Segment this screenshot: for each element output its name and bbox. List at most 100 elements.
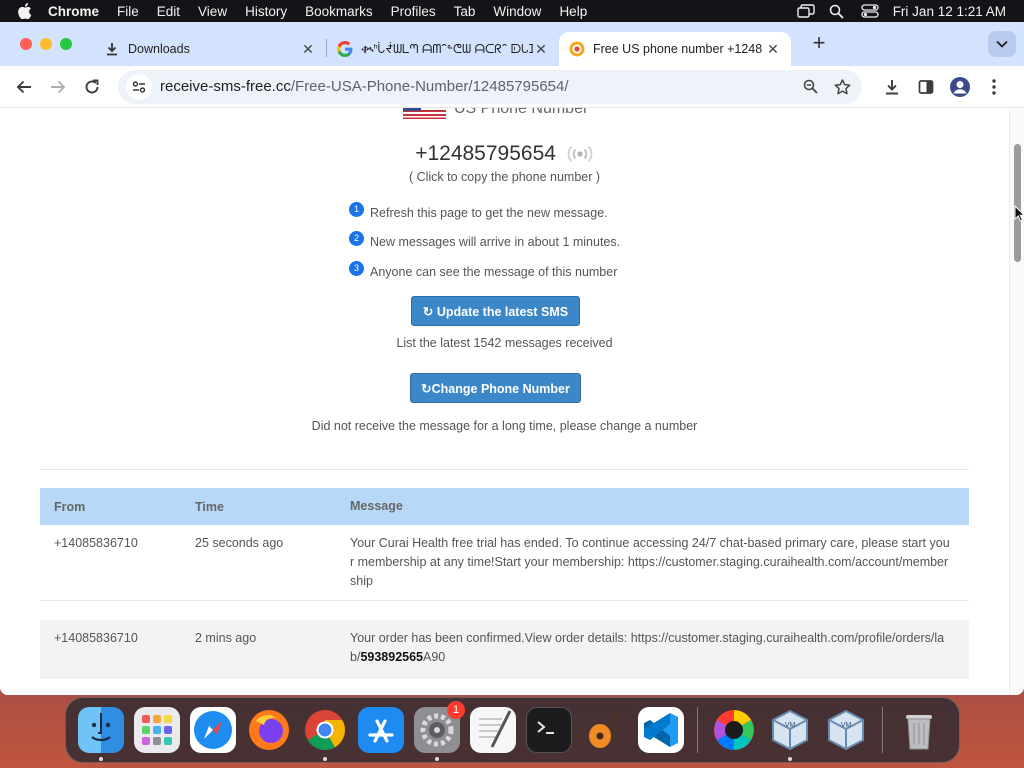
change-number-hint: Did not receive the message for a long t… bbox=[311, 419, 698, 433]
side-panel-icon bbox=[918, 79, 934, 94]
new-tab-button[interactable]: + bbox=[805, 30, 833, 58]
header-message: Message bbox=[350, 499, 403, 513]
dock-launchpad[interactable] bbox=[134, 707, 180, 753]
url-host: receive-sms-free.cc bbox=[160, 78, 291, 95]
menu-help[interactable]: Help bbox=[559, 4, 587, 19]
dock-virtualbox-vm[interactable]: VM bbox=[823, 707, 869, 753]
close-tab-icon[interactable]: ✕ bbox=[300, 41, 316, 57]
close-tab-icon[interactable]: ✕ bbox=[765, 41, 781, 57]
tab-free-us-phone[interactable]: Free US phone number +1248 ✕ bbox=[559, 32, 791, 66]
menu-file[interactable]: File bbox=[117, 4, 139, 19]
step-text: New messages will arrive in about 1 minu… bbox=[370, 235, 621, 249]
site-settings-icon[interactable] bbox=[126, 73, 152, 100]
dock-garageband[interactable] bbox=[582, 707, 628, 753]
dock-finder[interactable] bbox=[78, 707, 124, 761]
screen-mirroring-icon[interactable] bbox=[796, 4, 815, 18]
download-icon bbox=[104, 41, 120, 57]
update-latest-sms-button[interactable]: ↻ Update the latest SMS bbox=[411, 296, 580, 326]
reload-button[interactable] bbox=[78, 72, 106, 102]
messages-count-text: List the latest 1542 messages received bbox=[396, 336, 613, 350]
safari-icon bbox=[194, 711, 232, 749]
dock-separator bbox=[697, 707, 698, 753]
apple-icon[interactable] bbox=[18, 3, 34, 19]
url-text[interactable]: receive-sms-free.cc/Free-USA-Phone-Numbe… bbox=[160, 78, 790, 95]
dock-trash[interactable] bbox=[896, 707, 942, 753]
google-icon bbox=[337, 41, 353, 57]
bookmark-star-icon[interactable] bbox=[830, 75, 854, 99]
menu-view[interactable]: View bbox=[198, 4, 227, 19]
copy-hint[interactable]: ( Click to copy the phone number ) bbox=[0, 170, 1009, 184]
virtualbox-icon: VM bbox=[828, 709, 864, 751]
arrow-left-icon bbox=[16, 80, 31, 93]
step-1: 1 Refresh this page to get the new messa… bbox=[349, 202, 608, 220]
back-button[interactable] bbox=[10, 72, 38, 102]
dock-chrome[interactable] bbox=[302, 707, 348, 761]
phone-number[interactable]: +12485795654 bbox=[415, 142, 556, 165]
browser-window: Downloads ✕ ቊᑋᒑᖫᗯᒪᘉ ᗩᗰᐢᓐᕦᗯ ᗩᑕᖇᐢ ᗟᒐᗫ ✕ Fr… bbox=[0, 22, 1024, 695]
page-scrollbar[interactable] bbox=[1009, 108, 1024, 695]
guitar-icon bbox=[589, 712, 620, 748]
dock-terminal[interactable] bbox=[526, 707, 572, 753]
step-2: 2 New messages will arrive in about 1 mi… bbox=[349, 231, 621, 249]
profile-button[interactable] bbox=[946, 72, 974, 102]
tab-downloads[interactable]: Downloads ✕ bbox=[94, 32, 326, 66]
zoom-icon[interactable] bbox=[798, 75, 822, 99]
row-time: 25 seconds ago bbox=[195, 536, 284, 550]
change-phone-number-button[interactable]: ↻Change Phone Number bbox=[410, 373, 581, 403]
phone-number-row[interactable]: +12485795654 bbox=[0, 142, 1009, 166]
chevron-down-icon bbox=[996, 40, 1008, 48]
dock-app-store[interactable] bbox=[358, 707, 404, 753]
dock-vscode[interactable] bbox=[638, 707, 684, 753]
address-bar[interactable]: receive-sms-free.cc/Free-USA-Phone-Numbe… bbox=[118, 69, 862, 104]
textedit-icon bbox=[479, 710, 512, 748]
menubar-clock[interactable]: Fri Jan 12 1:21 AM bbox=[893, 4, 1006, 19]
scrollbar-thumb[interactable] bbox=[1014, 144, 1021, 262]
tab-google[interactable]: ቊᑋᒑᖫᗯᒪᘉ ᗩᗰᐢᓐᕦᗯ ᗩᑕᖇᐢ ᗟᒐᗫ ✕ bbox=[327, 32, 559, 66]
minimize-window-button[interactable] bbox=[40, 38, 52, 50]
dock-system-settings[interactable]: 1 bbox=[414, 701, 465, 761]
menu-window[interactable]: Window bbox=[493, 4, 541, 19]
tab-search-button[interactable] bbox=[988, 31, 1016, 57]
close-window-button[interactable] bbox=[20, 38, 32, 50]
table-row: +14085836710 2 mins ago Your order has b… bbox=[40, 620, 969, 678]
close-tab-icon[interactable]: ✕ bbox=[533, 41, 549, 57]
row-message: Your Curai Health free trial has ended. … bbox=[350, 536, 950, 588]
url-path: /Free-USA-Phone-Number/12485795654/ bbox=[290, 78, 569, 95]
spotlight-search-icon[interactable] bbox=[829, 4, 845, 19]
chrome-menu-button[interactable] bbox=[980, 72, 1008, 102]
row-time: 2 mins ago bbox=[195, 631, 257, 645]
row-from: +14085836710 bbox=[54, 631, 138, 645]
menu-tab[interactable]: Tab bbox=[454, 4, 476, 19]
menu-app-name[interactable]: Chrome bbox=[48, 4, 99, 19]
dock-virtualbox[interactable]: VM bbox=[767, 707, 813, 761]
downloads-button[interactable] bbox=[878, 72, 906, 102]
firefox-icon bbox=[249, 710, 289, 750]
menu-edit[interactable]: Edit bbox=[157, 4, 180, 19]
forward-button[interactable] bbox=[44, 72, 72, 102]
vscode-icon bbox=[644, 713, 678, 747]
web-page: US Phone Number +12485795654 ( Click to … bbox=[0, 108, 1009, 695]
dock-textedit[interactable] bbox=[470, 707, 516, 753]
chrome-icon bbox=[305, 710, 345, 750]
running-indicator bbox=[323, 757, 327, 761]
dock-firefox[interactable] bbox=[246, 707, 292, 753]
menu-profiles[interactable]: Profiles bbox=[391, 4, 436, 19]
more-vertical-icon bbox=[992, 78, 996, 95]
control-center-icon[interactable] bbox=[861, 4, 879, 18]
menu-bookmarks[interactable]: Bookmarks bbox=[305, 4, 373, 19]
window-controls bbox=[20, 38, 72, 50]
running-indicator bbox=[99, 757, 103, 761]
step-3: 3 Anyone can see the message of this num… bbox=[349, 261, 617, 279]
broadcast-signal-icon bbox=[567, 146, 593, 163]
sms-table: From Time Message +14085836710 25 second… bbox=[40, 488, 969, 678]
header-from: From bbox=[54, 499, 86, 514]
tab-title: ቊᑋᒑᖫᗯᒪᘉ ᗩᗰᐢᓐᕦᗯ ᗩᑕᖇᐢ ᗟᒐᗫ bbox=[361, 41, 533, 56]
fullscreen-window-button[interactable] bbox=[60, 38, 72, 50]
menu-history[interactable]: History bbox=[245, 4, 287, 19]
finder-icon bbox=[91, 713, 111, 742]
side-panel-button[interactable] bbox=[912, 72, 940, 102]
dock-color-picker[interactable] bbox=[711, 707, 757, 753]
dock-safari[interactable] bbox=[190, 707, 236, 753]
mouse-cursor-icon bbox=[1014, 205, 1024, 222]
launchpad-icon bbox=[142, 715, 172, 745]
